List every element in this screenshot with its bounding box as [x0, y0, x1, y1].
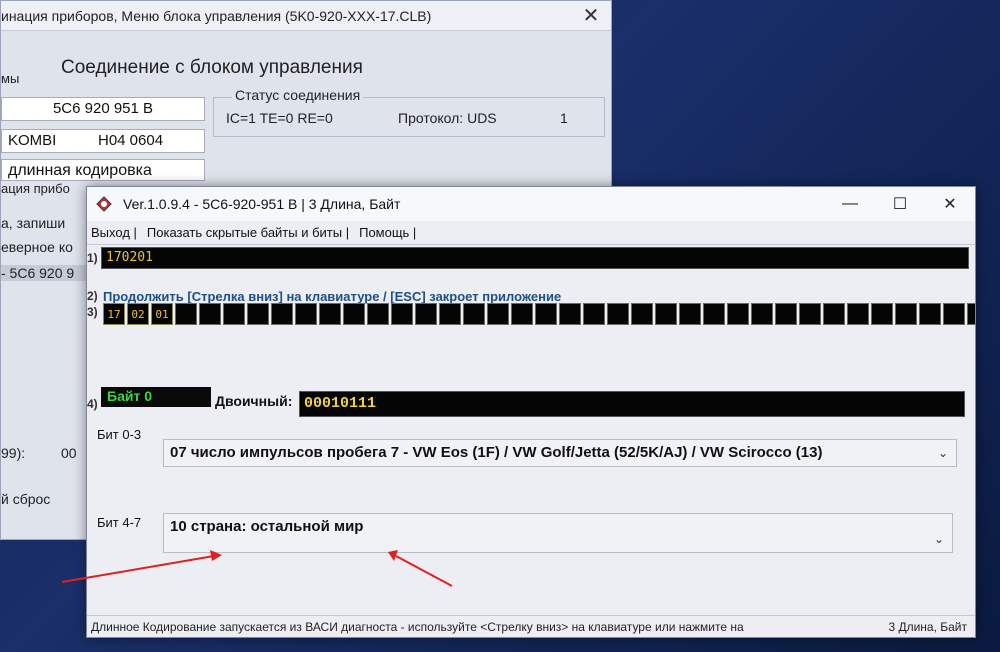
- byte-cell[interactable]: [823, 303, 845, 325]
- byte-cell[interactable]: [319, 303, 341, 325]
- byte-cell[interactable]: [895, 303, 917, 325]
- coding-window: Ver.1.0.9.4 - 5C6-920-951 B | 3 Длина, Б…: [86, 186, 976, 638]
- byte-cell[interactable]: [727, 303, 749, 325]
- connection-heading: Соединение с блоком управления: [61, 57, 363, 78]
- status-bar-mode: 3 Длина, Байт: [888, 619, 967, 634]
- status-indicator: 1: [560, 110, 568, 126]
- byte-cell[interactable]: [607, 303, 629, 325]
- menu-help[interactable]: Помощь |: [359, 225, 416, 240]
- byte-cell[interactable]: [871, 303, 893, 325]
- byte-cell[interactable]: [967, 303, 975, 325]
- byte-cell[interactable]: [343, 303, 365, 325]
- byte-cell[interactable]: [775, 303, 797, 325]
- bits-0-3-value: 07 число импульсов пробега 7 - VW Eos (1…: [170, 444, 823, 461]
- close-icon[interactable]: ✕: [925, 187, 975, 221]
- byte-cell[interactable]: [583, 303, 605, 325]
- byte-cell[interactable]: [511, 303, 533, 325]
- status-ic: IC=1 TE=0 RE=0: [226, 110, 333, 126]
- chevron-down-icon: ⌄: [937, 446, 948, 460]
- row2-number: 2): [87, 289, 98, 303]
- byte-cell[interactable]: [703, 303, 725, 325]
- byte-cell[interactable]: [223, 303, 245, 325]
- bits-0-3-select[interactable]: 07 число импульсов пробега 7 - VW Eos (1…: [163, 439, 957, 467]
- menu-exit[interactable]: Выход |: [91, 225, 137, 240]
- byte-cell[interactable]: [271, 303, 293, 325]
- background-window-titlebar: инация приборов, Меню блока управления (…: [1, 1, 611, 31]
- menu-show-hidden[interactable]: Показать скрытые байты и биты |: [147, 225, 349, 240]
- back-left-label: мы: [1, 71, 20, 86]
- bits-0-3-label: Бит 0-3: [97, 427, 142, 442]
- byte-grid: 17 02 01: [103, 303, 975, 325]
- status-protocol: Протокол: UDS: [398, 110, 497, 126]
- byte-cell[interactable]: 02: [127, 303, 149, 325]
- coding-window-titlebar: Ver.1.0.9.4 - 5C6-920-951 B | 3 Длина, Б…: [87, 187, 975, 221]
- byte-cell[interactable]: [415, 303, 437, 325]
- byte-cell[interactable]: [751, 303, 773, 325]
- status-bar: Длинное Кодирование запускается из ВАСИ …: [87, 615, 975, 637]
- back-line-vern: еверное ко: [1, 239, 73, 255]
- menu-bar: Выход | Показать скрытые байты и биты | …: [87, 221, 975, 245]
- coding-window-title: Ver.1.0.9.4 - 5C6-920-951 B | 3 Длина, Б…: [123, 196, 401, 212]
- byte-cell[interactable]: [535, 303, 557, 325]
- maximize-icon[interactable]: ☐: [875, 187, 925, 221]
- row3-number: 3): [87, 305, 98, 319]
- chevron-down-icon: ⌄: [933, 532, 944, 546]
- byte-cell[interactable]: [655, 303, 677, 325]
- back-line-00: 00: [61, 445, 77, 461]
- byte-cell[interactable]: [919, 303, 941, 325]
- coding-string-field[interactable]: 170201: [101, 247, 969, 269]
- status-legend: Статус соединения: [232, 87, 364, 103]
- minimize-icon[interactable]: —: [825, 187, 875, 221]
- kombi-label: KOMBI: [8, 132, 57, 149]
- part-number-field: 5C6 920 951 B: [1, 97, 205, 121]
- byte-label: Байт 0: [101, 387, 211, 407]
- status-bar-text: Длинное Кодирование запускается из ВАСИ …: [91, 619, 744, 634]
- byte-cell[interactable]: [391, 303, 413, 325]
- byte-cell[interactable]: [487, 303, 509, 325]
- back-line-pn: - 5C6 920 9: [1, 265, 91, 281]
- binary-value-field[interactable]: 00010111: [299, 391, 965, 417]
- app-icon: [93, 193, 115, 215]
- connection-status-group: Статус соединения IC=1 TE=0 RE=0 Протоко…: [213, 87, 605, 137]
- byte-cell[interactable]: [199, 303, 221, 325]
- byte-cell[interactable]: [679, 303, 701, 325]
- byte-cell[interactable]: [175, 303, 197, 325]
- byte-cell[interactable]: [367, 303, 389, 325]
- byte-cell[interactable]: 01: [151, 303, 173, 325]
- byte-cell[interactable]: [439, 303, 461, 325]
- sw-version: H04 0604: [98, 132, 164, 149]
- bits-4-7-select[interactable]: 10 страна: остальной мир ⌄: [163, 513, 953, 553]
- background-window-title: инация приборов, Меню блока управления (…: [1, 7, 432, 24]
- back-line-ation: ация прибо: [1, 181, 70, 196]
- byte-cell[interactable]: [799, 303, 821, 325]
- close-icon[interactable]: ✕: [571, 3, 611, 28]
- byte-cell[interactable]: [295, 303, 317, 325]
- back-line-reset: й сброс: [1, 491, 51, 507]
- bits-4-7-value: 10 страна: остальной мир: [170, 518, 364, 535]
- bits-4-7-label: Бит 4-7: [97, 515, 142, 530]
- byte-cell[interactable]: [631, 303, 653, 325]
- byte-cell[interactable]: 17: [103, 303, 125, 325]
- byte-cell[interactable]: [943, 303, 965, 325]
- row4-number: 4): [87, 397, 98, 411]
- instruction-text: Продолжить [Стрелка вниз] на клавиатуре …: [103, 289, 562, 304]
- binary-label: Двоичный:: [215, 393, 293, 409]
- byte-cell[interactable]: [463, 303, 485, 325]
- kombi-field: KOMBI H04 0604: [1, 129, 205, 153]
- row1-number: 1): [87, 251, 98, 265]
- byte-cell[interactable]: [559, 303, 581, 325]
- back-line-zapish: а, запиши: [1, 215, 66, 231]
- coding-type-field: длинная кодировка: [1, 159, 205, 181]
- byte-cell[interactable]: [247, 303, 269, 325]
- byte-cell[interactable]: [847, 303, 869, 325]
- back-line-999: 99):: [1, 445, 26, 461]
